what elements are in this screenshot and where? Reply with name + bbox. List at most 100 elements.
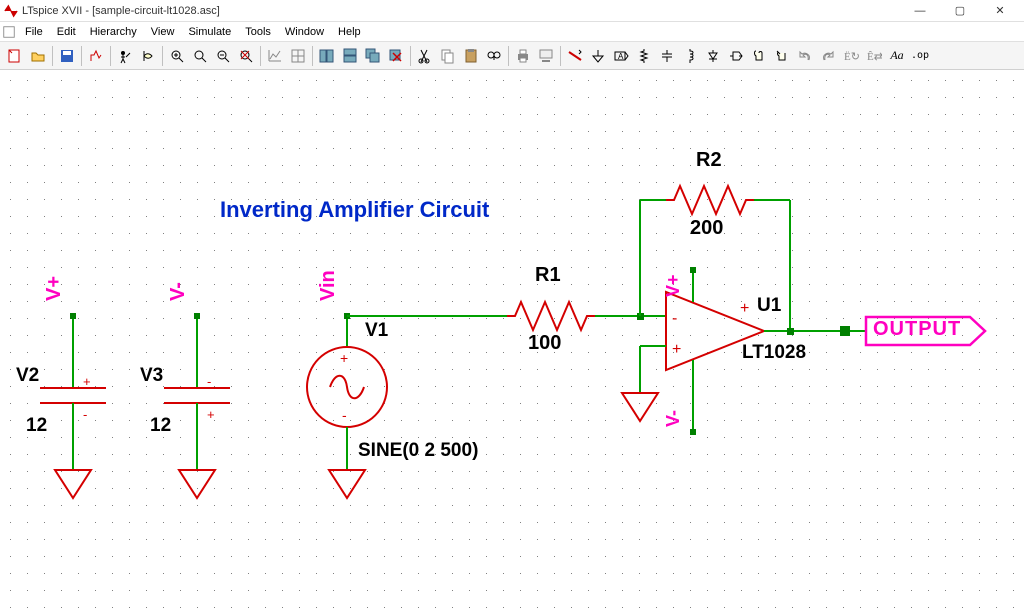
child-window-icon (2, 25, 16, 39)
menu-tools[interactable]: Tools (238, 24, 278, 40)
v2-value[interactable]: 12 (26, 415, 47, 437)
v3-value[interactable]: 12 (150, 415, 171, 437)
tile-horizontal-button[interactable] (339, 45, 361, 67)
maximize-button[interactable]: ▢ (940, 0, 980, 22)
redo-button[interactable] (817, 45, 839, 67)
toolbar-separator (52, 46, 53, 66)
undo-button[interactable] (794, 45, 816, 67)
svg-text:-: - (672, 310, 677, 327)
r1-ref[interactable]: R1 (535, 264, 561, 287)
cut-button[interactable] (414, 45, 436, 67)
capacitor-button[interactable] (656, 45, 678, 67)
toolbar-separator (410, 46, 411, 66)
toolbar-separator (560, 46, 561, 66)
copy-button[interactable] (437, 45, 459, 67)
menu-file[interactable]: File (18, 24, 50, 40)
svg-text:Vin: Vin (317, 270, 339, 301)
v1-ref[interactable]: V1 (365, 320, 388, 342)
diode-button[interactable] (702, 45, 724, 67)
save-button[interactable] (56, 45, 78, 67)
svg-text:+: + (340, 350, 348, 366)
print-setup-button[interactable] (535, 45, 557, 67)
wire-button[interactable] (564, 45, 586, 67)
r2-resistor[interactable] (666, 186, 754, 214)
label-net-button[interactable]: A (610, 45, 632, 67)
minimize-button[interactable]: — (900, 0, 940, 22)
pan-button[interactable] (189, 45, 211, 67)
schematic-canvas[interactable]: Inverting Amplifier Circuit V+ + - V- - … (0, 70, 1024, 612)
wire-noninv-gnd[interactable] (622, 346, 666, 421)
toolbar-separator (81, 46, 82, 66)
svg-text:Ë↻: Ë↻ (844, 51, 859, 63)
v1-value[interactable]: SINE(0 2 500) (358, 440, 478, 462)
r2-ref[interactable]: R2 (696, 149, 722, 172)
svg-text:-: - (342, 407, 347, 423)
tile-windows-button[interactable] (316, 45, 338, 67)
rotate-button[interactable]: Ë↻ (840, 45, 862, 67)
control-panel-button[interactable] (85, 45, 107, 67)
toolbar-separator (110, 46, 111, 66)
svg-text:+: + (672, 341, 681, 358)
new-schematic-button[interactable] (4, 45, 26, 67)
menu-window[interactable]: Window (278, 24, 331, 40)
svg-text:A: A (618, 52, 624, 61)
cascade-windows-button[interactable] (362, 45, 384, 67)
svg-text:-: - (207, 374, 211, 389)
resistor-button[interactable] (633, 45, 655, 67)
component-button[interactable] (725, 45, 747, 67)
zoom-out-button[interactable] (212, 45, 234, 67)
svg-text:-: - (83, 407, 87, 422)
v2-ref[interactable]: V2 (16, 365, 39, 387)
menu-simulate[interactable]: Simulate (181, 24, 238, 40)
v1-source[interactable]: Vin + - (307, 270, 387, 498)
zoom-fit-button[interactable] (235, 45, 257, 67)
run-button[interactable] (114, 45, 136, 67)
u1-model[interactable]: LT1028 (742, 342, 806, 364)
close-button[interactable]: ✕ (980, 0, 1020, 22)
svg-text:+: + (207, 407, 215, 422)
menu-help[interactable]: Help (331, 24, 368, 40)
text-button[interactable]: Aa (886, 45, 908, 67)
toolbar-separator (508, 46, 509, 66)
zoom-in-button[interactable] (166, 45, 188, 67)
svg-text:V+: V+ (663, 274, 683, 297)
open-button[interactable] (27, 45, 49, 67)
window-title: LTspice XVII - [sample-circuit-lt1028.as… (22, 5, 900, 17)
menu-edit[interactable]: Edit (50, 24, 83, 40)
spice-directive-button[interactable]: .op (909, 45, 931, 67)
svg-text:Ê⇄: Ê⇄ (867, 51, 882, 63)
svg-text:+: + (83, 374, 91, 389)
r2-value[interactable]: 200 (690, 217, 723, 240)
u1-ref[interactable]: U1 (757, 295, 781, 317)
v2-source[interactable]: V+ + - (40, 276, 106, 498)
v3-source[interactable]: V- - + (164, 282, 230, 498)
menu-view[interactable]: View (144, 24, 182, 40)
app-logo-icon (4, 4, 18, 18)
feedback-wire[interactable] (640, 200, 666, 316)
circuit-title[interactable]: Inverting Amplifier Circuit (220, 197, 489, 223)
r1-resistor[interactable] (507, 302, 595, 330)
title-bar: LTspice XVII - [sample-circuit-lt1028.as… (0, 0, 1024, 22)
menu-bar: File Edit Hierarchy View Simulate Tools … (0, 22, 1024, 42)
ground-button[interactable] (587, 45, 609, 67)
r1-value[interactable]: 100 (528, 332, 561, 355)
print-button[interactable] (512, 45, 534, 67)
close-all-button[interactable] (385, 45, 407, 67)
paste-button[interactable] (460, 45, 482, 67)
toolbar: A Ë↻ Ê⇄ Aa .op (0, 42, 1024, 70)
mirror-button[interactable]: Ê⇄ (863, 45, 885, 67)
find-button[interactable] (483, 45, 505, 67)
drag-button[interactable] (771, 45, 793, 67)
wire-output[interactable] (764, 326, 866, 336)
svg-text:V+: V+ (43, 276, 65, 301)
halt-button[interactable] (137, 45, 159, 67)
svg-text:V-: V- (663, 410, 683, 427)
menu-hierarchy[interactable]: Hierarchy (83, 24, 144, 40)
move-button[interactable] (748, 45, 770, 67)
v3-ref[interactable]: V3 (140, 365, 163, 387)
toolbar-separator (260, 46, 261, 66)
output-label[interactable]: OUTPUT (873, 318, 961, 341)
pick-visible-traces-button[interactable] (287, 45, 309, 67)
autorange-button[interactable] (264, 45, 286, 67)
inductor-button[interactable] (679, 45, 701, 67)
